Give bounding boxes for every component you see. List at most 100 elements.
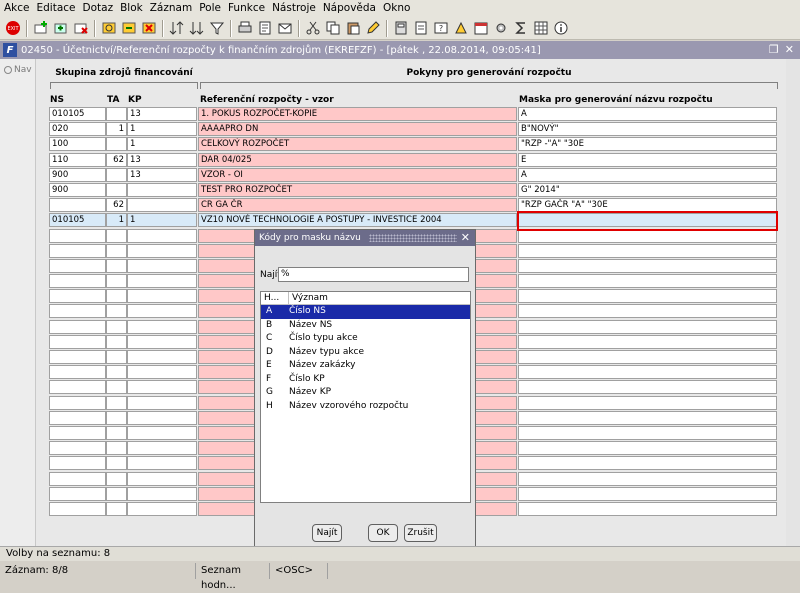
- cell-kp[interactable]: [127, 319, 197, 334]
- cell-mask[interactable]: [518, 304, 777, 319]
- query-icon[interactable]: [99, 19, 119, 38]
- cell-ns[interactable]: [49, 486, 106, 501]
- menu-dotaz[interactable]: Dotaz: [79, 0, 117, 17]
- cell-ns[interactable]: [49, 441, 106, 456]
- print-icon[interactable]: [235, 19, 255, 38]
- cell-ref[interactable]: AAAAPRO DN: [198, 122, 517, 137]
- list-item[interactable]: D Název typu akce: [261, 346, 470, 360]
- cell-ta[interactable]: [106, 167, 127, 182]
- menu-blok[interactable]: Blok: [116, 0, 146, 17]
- new-record-icon[interactable]: [31, 19, 51, 38]
- edit-icon[interactable]: [363, 19, 383, 38]
- menu-pole[interactable]: Pole: [195, 0, 224, 17]
- cell-kp[interactable]: [127, 395, 197, 410]
- cell-mask[interactable]: [518, 395, 777, 410]
- cell-ta[interactable]: [106, 410, 127, 425]
- insert-record-icon[interactable]: [51, 19, 71, 38]
- cell-kp[interactable]: [127, 304, 197, 319]
- cell-ref[interactable]: TEST PRO ROZPOČET: [198, 182, 517, 197]
- cell-ta[interactable]: [106, 395, 127, 410]
- report-icon[interactable]: [255, 19, 275, 38]
- cell-mask[interactable]: [518, 456, 777, 471]
- cancel-button[interactable]: Zrušit: [404, 524, 437, 542]
- menu-okno[interactable]: Okno: [379, 0, 413, 17]
- cell-ns[interactable]: 100: [49, 137, 106, 152]
- dialog-title-bar[interactable]: Kódy pro masku názvu ✕: [255, 230, 475, 246]
- cell-mask[interactable]: G" 2014": [518, 182, 777, 197]
- cell-mask[interactable]: [518, 501, 777, 516]
- cell-ns[interactable]: [49, 228, 106, 243]
- cell-kp[interactable]: [127, 258, 197, 273]
- cell-mask[interactable]: [518, 471, 777, 486]
- cell-kp[interactable]: [127, 198, 197, 213]
- cell-mask[interactable]: [518, 380, 777, 395]
- cell-mask[interactable]: [518, 334, 777, 349]
- cell-kp[interactable]: [127, 289, 197, 304]
- cell-kp[interactable]: 1: [127, 137, 197, 152]
- vertical-scrollbar[interactable]: [786, 59, 800, 546]
- cell-kp[interactable]: 1: [127, 213, 197, 228]
- cell-ta[interactable]: [106, 258, 127, 273]
- cell-ns[interactable]: 020: [49, 122, 106, 137]
- menu-editace[interactable]: Editace: [33, 0, 79, 17]
- cell-ta[interactable]: 62: [106, 152, 127, 167]
- cell-mask[interactable]: [518, 274, 777, 289]
- cell-mask[interactable]: [518, 410, 777, 425]
- cell-ns[interactable]: 010105: [49, 213, 106, 228]
- cell-kp[interactable]: [127, 501, 197, 516]
- cell-kp[interactable]: [127, 228, 197, 243]
- cell-ns[interactable]: [49, 380, 106, 395]
- close-icon[interactable]: ✕: [461, 231, 470, 244]
- cell-ns[interactable]: [49, 258, 106, 273]
- menu-akce[interactable]: Akce: [0, 0, 33, 17]
- cell-ta[interactable]: [106, 501, 127, 516]
- cell-mask[interactable]: [518, 243, 777, 258]
- cell-kp[interactable]: [127, 441, 197, 456]
- cell-ns[interactable]: [49, 243, 106, 258]
- menu-zaznam[interactable]: Záznam: [146, 0, 195, 17]
- cell-kp[interactable]: [127, 274, 197, 289]
- cell-ta[interactable]: [106, 137, 127, 152]
- cell-mask[interactable]: A: [518, 167, 777, 182]
- sum-icon[interactable]: [511, 19, 531, 38]
- list-item[interactable]: G Název KP: [261, 386, 470, 400]
- cell-ns[interactable]: [49, 334, 106, 349]
- cell-ref[interactable]: VZ10 NOVÉ TECHNOLOGIE A POSTUPY - INVEST…: [198, 213, 517, 228]
- cell-kp[interactable]: [127, 243, 197, 258]
- menu-napoveda[interactable]: Nápověda: [319, 0, 379, 17]
- cell-ns[interactable]: [49, 274, 106, 289]
- cell-mask[interactable]: E: [518, 152, 777, 167]
- sort-icon[interactable]: [167, 19, 187, 38]
- cell-ta[interactable]: [106, 471, 127, 486]
- cell-mask[interactable]: "RZP -"A" "30E: [518, 137, 777, 152]
- drag-handle[interactable]: [369, 234, 457, 242]
- cell-ns[interactable]: [49, 304, 106, 319]
- cell-ref[interactable]: CELKOVÝ ROZPOČET: [198, 137, 517, 152]
- cell-mask[interactable]: [518, 258, 777, 273]
- cell-mask[interactable]: [518, 365, 777, 380]
- cell-kp[interactable]: [127, 425, 197, 440]
- list-values-icon[interactable]: [451, 19, 471, 38]
- cell-mask[interactable]: [518, 486, 777, 501]
- cancel-query-icon[interactable]: [139, 19, 159, 38]
- cell-ta[interactable]: [106, 182, 127, 197]
- cell-ns[interactable]: [49, 289, 106, 304]
- list-item[interactable]: H Název vzorového rozpočtu: [261, 400, 470, 414]
- cell-mask[interactable]: A: [518, 107, 777, 121]
- cell-mask[interactable]: [518, 319, 777, 334]
- cell-ta[interactable]: [106, 365, 127, 380]
- close-window-icon[interactable]: ✕: [785, 43, 794, 56]
- cell-ns[interactable]: [49, 456, 106, 471]
- cell-ta[interactable]: 1: [106, 122, 127, 137]
- cell-ta[interactable]: [106, 319, 127, 334]
- cell-kp[interactable]: [127, 334, 197, 349]
- paste-icon[interactable]: [343, 19, 363, 38]
- cell-kp[interactable]: [127, 486, 197, 501]
- find-input[interactable]: %: [278, 267, 469, 282]
- cell-ns[interactable]: [49, 319, 106, 334]
- list-item[interactable]: B Název NS: [261, 319, 470, 333]
- cell-ta[interactable]: [106, 425, 127, 440]
- exit-icon[interactable]: EXIT: [3, 19, 23, 38]
- cell-ref[interactable]: VZOR - OI: [198, 167, 517, 182]
- cell-ta[interactable]: [106, 441, 127, 456]
